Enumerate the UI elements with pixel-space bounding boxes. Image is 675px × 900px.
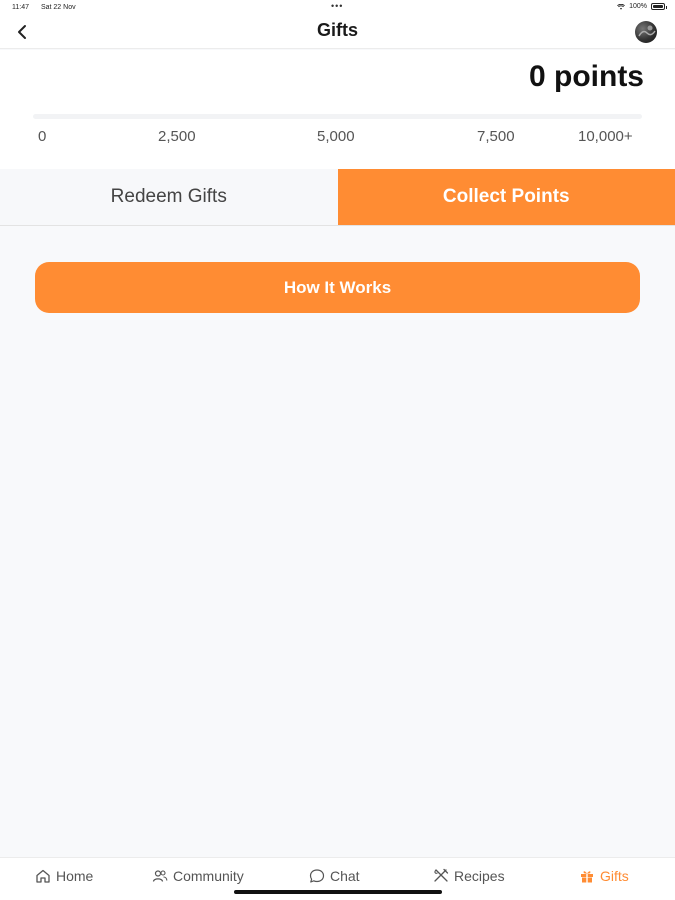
points-progress-bar [33, 114, 642, 119]
home-icon [36, 869, 50, 883]
tab-bar-item-recipes[interactable]: Recipes [433, 868, 505, 884]
tab-bar-label-community: Community [173, 868, 244, 884]
nav-header: Gifts [0, 16, 675, 49]
page-title: Gifts [316, 20, 358, 40]
how-it-works-button[interactable]: How It Works [35, 262, 640, 313]
tab-bar-label-home: Home [56, 868, 94, 884]
status-bar: 11:47 Sat 22 Nov ••• 100% [0, 0, 675, 16]
status-right: 100% [617, 3, 667, 10]
chat-icon [309, 869, 325, 883]
points-panel: 0 points 0 2,500 5,000 7,500 10,000+ [0, 50, 675, 169]
scale-label-5000: 5,000 [317, 128, 355, 145]
tab-redeem-gifts[interactable]: Redeem Gifts [0, 169, 338, 225]
battery-percent: 100% [629, 3, 647, 10]
tab-collect-points[interactable]: Collect Points [337, 169, 675, 225]
avatar[interactable] [635, 21, 657, 43]
community-icon [152, 870, 168, 882]
scale-label-10000: 10,000+ [578, 128, 633, 145]
scale-label-0: 0 [38, 128, 47, 145]
status-date: Sat 22 Nov [40, 4, 76, 11]
status-left: 11:47 Sat 22 Nov [12, 4, 86, 11]
tab-bar-item-chat[interactable]: Chat [309, 868, 360, 884]
multitasking-dots[interactable]: ••• [331, 2, 343, 11]
tab-bar-label-gifts: Gifts [600, 868, 629, 884]
home-indicator[interactable] [234, 890, 442, 894]
gift-tabs: Redeem Gifts Collect Points [0, 169, 675, 226]
status-time: 11:47 [12, 4, 29, 11]
tab-bar-item-gifts[interactable]: Gifts [579, 868, 629, 884]
scale-label-2500: 2,500 [158, 128, 196, 145]
bottom-tab-bar: Home Community Chat Recipes Gifts [0, 857, 675, 900]
wifi-icon [617, 3, 626, 10]
tab-bar-item-home[interactable]: Home [35, 868, 93, 884]
points-total: 0 points [528, 60, 644, 93]
scale-label-7500: 7,500 [477, 128, 515, 145]
recipes-icon [434, 868, 449, 882]
tab-bar-label-recipes: Recipes [454, 868, 505, 884]
gift-icon [581, 871, 593, 883]
gifts-screen: 11:47 Sat 22 Nov ••• 100% Gifts 0 points… [0, 0, 675, 900]
avatar-image-icon [638, 25, 656, 37]
tab-bar-item-community[interactable]: Community [152, 868, 244, 884]
battery-icon [651, 3, 667, 10]
tab-bar-label-chat: Chat [330, 868, 360, 884]
